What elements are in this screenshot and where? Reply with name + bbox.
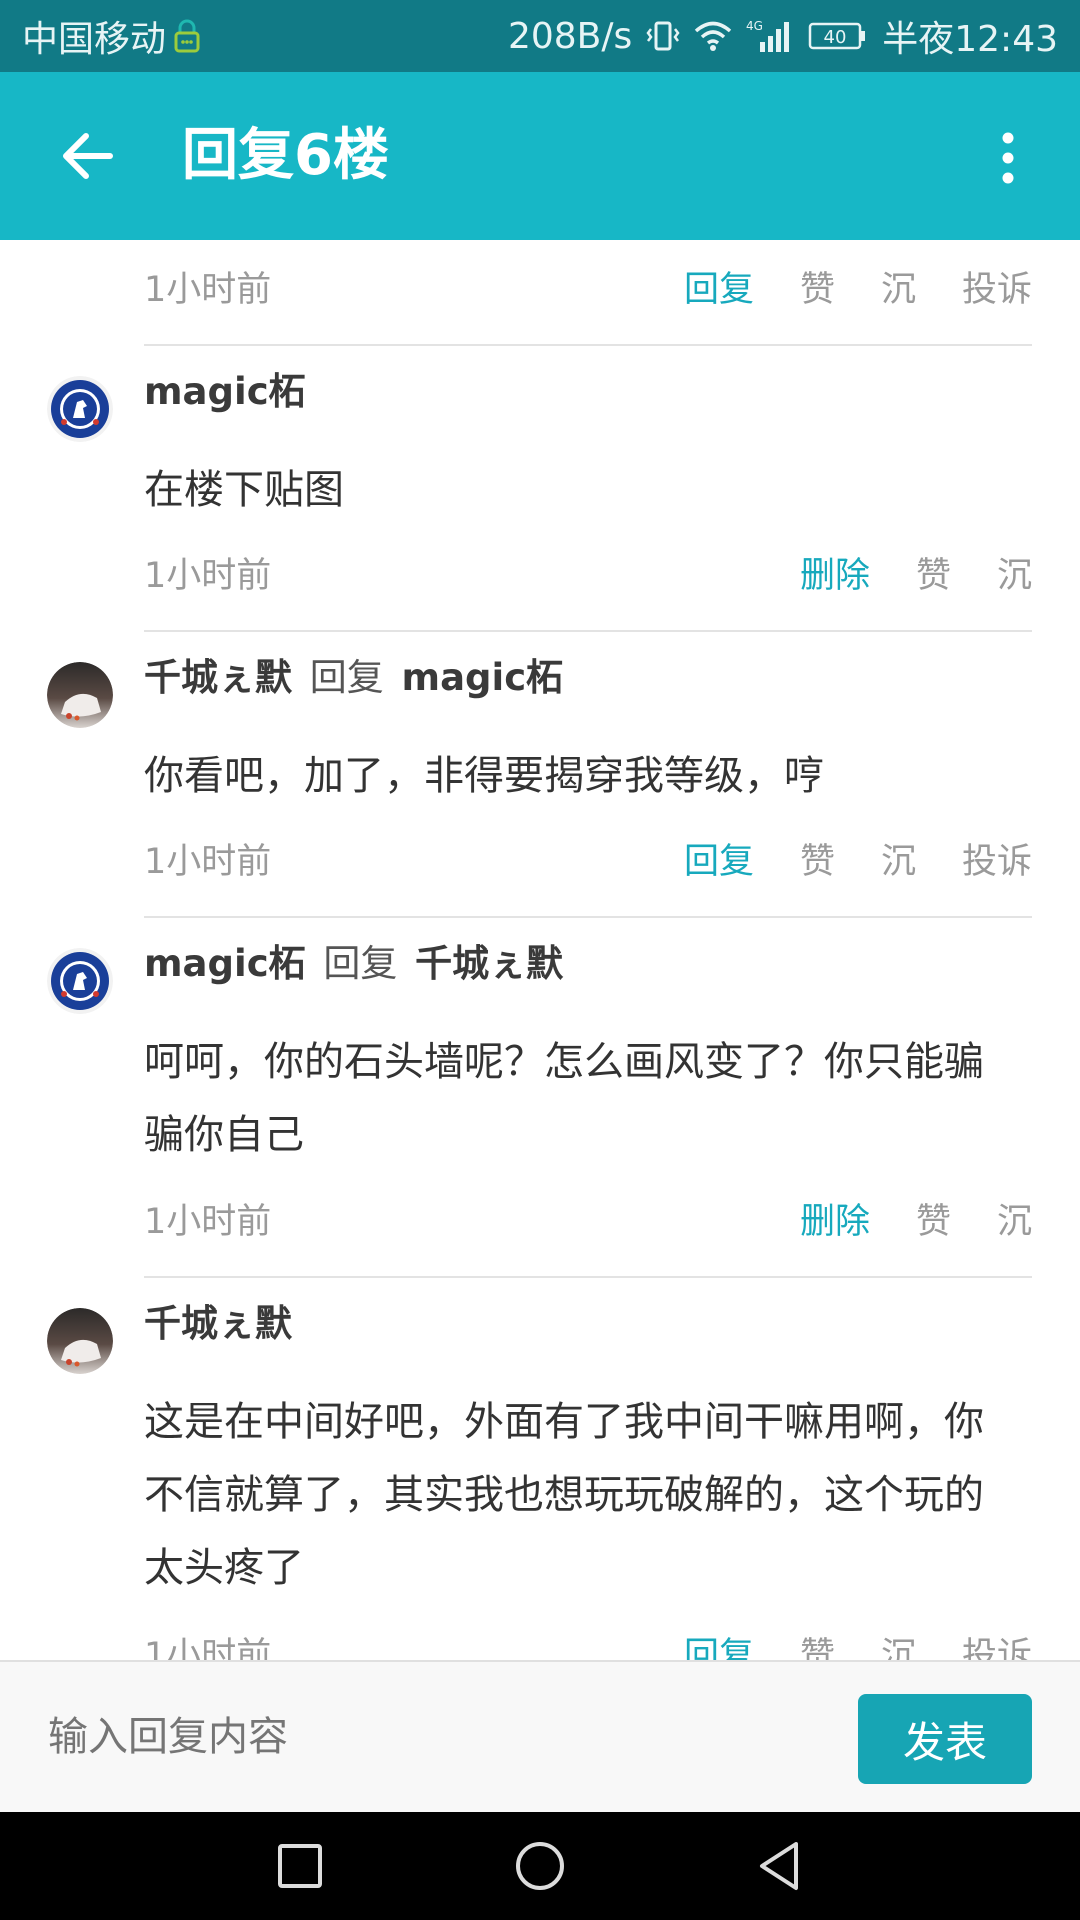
- comment-content: 呵呵，你的石头墙呢？怎么画风变了？你只能骗 骗你自己: [144, 1026, 1044, 1172]
- comment-header: magic柘: [144, 362, 306, 422]
- divider: [144, 344, 1032, 346]
- comment-content: 这是在中间好吧，外面有了我中间干嘛用啊，你 不信就算了，其实我也想玩玩破解的，这…: [144, 1386, 1044, 1605]
- like-button[interactable]: 赞: [916, 1193, 951, 1244]
- username[interactable]: 千城ぇ默: [144, 656, 292, 699]
- comment-line: 太头疼了: [144, 1545, 304, 1591]
- clock: 半夜12:43: [882, 19, 1058, 60]
- reply-button[interactable]: 回复: [684, 833, 754, 884]
- comment-meta: 1小时前 删除 赞 沉: [144, 1188, 1032, 1248]
- like-button[interactable]: 赞: [800, 833, 835, 884]
- comment-time: 1小时前: [144, 841, 272, 882]
- report-button[interactable]: 投诉: [962, 1627, 1032, 1661]
- network-speed: 208B/s: [507, 15, 633, 57]
- comment-time: 1小时前: [144, 1201, 272, 1242]
- comment-content: 你看吧，加了，非得要揭穿我等级，哼: [144, 753, 824, 799]
- comment-actions: 删除 赞 沉: [754, 547, 1032, 598]
- battery-icon: 40: [808, 21, 868, 51]
- system-nav-bar: [0, 1812, 1080, 1920]
- carrier-group: 中国移动: [22, 10, 200, 62]
- divider: [144, 630, 1032, 632]
- carrier-name: 中国移动: [22, 19, 167, 60]
- back-triangle-icon[interactable]: [750, 1836, 810, 1896]
- sink-button[interactable]: 沉: [881, 1627, 916, 1661]
- page-title: 回复6楼: [182, 123, 389, 188]
- delete-button[interactable]: 删除: [800, 547, 870, 598]
- comment-actions: 回复 赞 沉 投诉: [638, 833, 1032, 884]
- recent-apps-icon[interactable]: [270, 1836, 330, 1896]
- reply-word: 回复: [309, 656, 384, 699]
- like-button[interactable]: 赞: [916, 547, 951, 598]
- comment-actions: 删除 赞 沉: [754, 1193, 1032, 1244]
- sink-button[interactable]: 沉: [881, 261, 916, 312]
- comment-meta: 1小时前 删除 赞 沉: [144, 542, 1032, 602]
- wifi-icon: [694, 20, 732, 52]
- sink-button[interactable]: 沉: [997, 547, 1032, 598]
- sink-button[interactable]: 沉: [997, 1193, 1032, 1244]
- reply-to-username[interactable]: 千城ぇ默: [415, 942, 563, 985]
- comment-time: 1小时前: [144, 269, 272, 310]
- comment-actions: 回复 赞 沉 投诉: [638, 1627, 1032, 1661]
- avatar-photo[interactable]: [47, 662, 113, 728]
- comment-meta: 1小时前 回复 赞 沉 投诉: [144, 828, 1032, 888]
- comment-line: 这是在中间好吧，外面有了我中间干嘛用啊，你: [144, 1399, 984, 1445]
- avatar-chelsea-badge[interactable]: [47, 948, 113, 1014]
- battery-level: 40: [824, 27, 847, 48]
- username[interactable]: magic柘: [144, 370, 306, 413]
- reply-word: 回复: [323, 942, 398, 985]
- vibrate-icon: [646, 19, 680, 53]
- more-vertical-icon[interactable]: [995, 130, 1021, 186]
- comment-list[interactable]: 1小时前 回复 赞 沉 投诉 magic柘 在楼下贴图 1小时前 删除 赞 沉: [0, 240, 1080, 1660]
- reply-button[interactable]: 回复: [684, 261, 754, 312]
- arrow-left-icon[interactable]: [58, 130, 114, 182]
- comment-time: 1小时前: [144, 555, 272, 596]
- like-button[interactable]: 赞: [800, 261, 835, 312]
- comment-line: 呵呵，你的石头墙呢？怎么画风变了？你只能骗: [144, 1039, 984, 1085]
- avatar-chelsea-badge[interactable]: [47, 376, 113, 442]
- avatar-photo[interactable]: [47, 1308, 113, 1374]
- send-button[interactable]: 发表: [858, 1694, 1032, 1784]
- reply-input-bar: 发表: [0, 1660, 1080, 1812]
- delete-button[interactable]: 删除: [800, 1193, 870, 1244]
- divider: [144, 916, 1032, 918]
- comment-header: magic柘 回复 千城ぇ默: [144, 934, 563, 994]
- username[interactable]: magic柘: [144, 942, 306, 985]
- status-right: 208B/s 4G 40 半夜12:43: [508, 10, 1058, 62]
- comment-header: 千城ぇ默 回复 magic柘: [144, 648, 563, 708]
- reply-to-username[interactable]: magic柘: [402, 656, 564, 699]
- divider: [144, 1276, 1032, 1278]
- comment-line: 不信就算了，其实我也想玩玩破解的，这个玩的: [144, 1472, 984, 1518]
- network-type-label: 4G: [746, 19, 763, 33]
- app-bar: 回复6楼: [0, 72, 1080, 240]
- comment-line: 骗你自己: [144, 1112, 304, 1158]
- reply-input[interactable]: [48, 1662, 808, 1812]
- report-button[interactable]: 投诉: [962, 833, 1032, 884]
- comment-time: 1小时前: [144, 1635, 272, 1661]
- home-icon[interactable]: [510, 1836, 570, 1896]
- comment-header: 千城ぇ默: [144, 1294, 292, 1354]
- lock-chat-icon: [174, 19, 200, 53]
- status-bar: 中国移动 208B/s 4G 40 半夜12:43: [0, 0, 1080, 72]
- comment-meta: 1小时前 回复 赞 沉 投诉: [144, 1622, 1032, 1661]
- username[interactable]: 千城ぇ默: [144, 1302, 292, 1345]
- comment-content: 在楼下贴图: [144, 467, 344, 513]
- like-button[interactable]: 赞: [800, 1627, 835, 1661]
- reply-button[interactable]: 回复: [684, 1627, 754, 1661]
- report-button[interactable]: 投诉: [962, 261, 1032, 312]
- signal-icon: 4G: [746, 18, 794, 54]
- comment-actions: 回复 赞 沉 投诉: [638, 261, 1032, 312]
- comment-meta-partial: 1小时前 回复 赞 沉 投诉: [144, 256, 1032, 316]
- sink-button[interactable]: 沉: [881, 833, 916, 884]
